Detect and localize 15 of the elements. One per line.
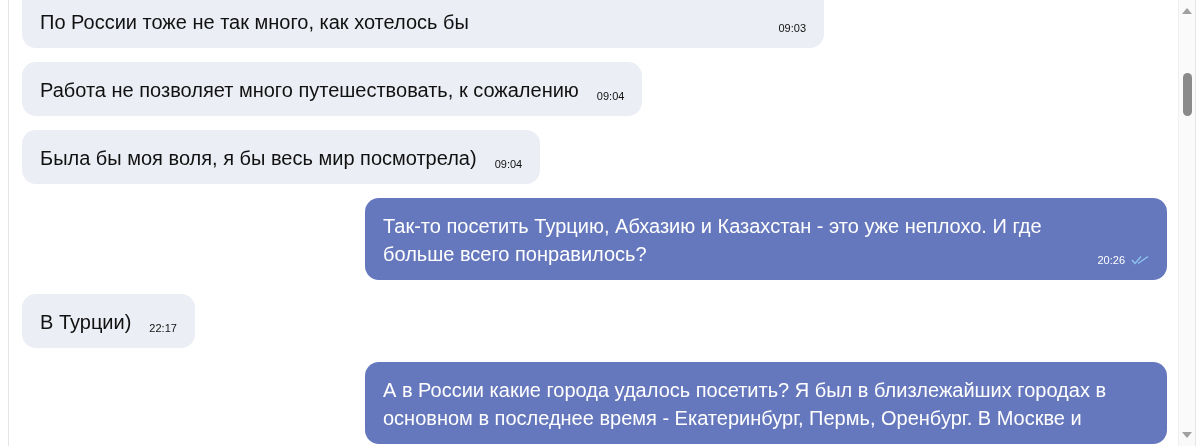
message-text: По России тоже не так много, как хотелось бы (40, 10, 469, 35)
message-time: 09:04 (494, 158, 523, 170)
scrollbar[interactable] (1178, 0, 1196, 446)
message-text: В Турции) (40, 310, 132, 335)
message-text: Так-то посетить Турцию, Абхазию и Казахстан - это уже неплохо. И где больше всего понравилось? (383, 214, 1043, 267)
message-text: Работа не позволяет много путешествовать, к сожалению (40, 78, 579, 103)
message-text: Была бы моя воля, я бы весь мир посмотрела) (40, 146, 477, 171)
scrollbar-thumb[interactable] (1183, 73, 1192, 116)
scroll-up-icon[interactable] (1182, 8, 1192, 14)
message-time: 20:26 (1097, 254, 1125, 266)
message-text: А в России какие города удалось посетить? Я был в близлежайших городах в основном в последнее время - Екатеринбург, Пермь, Оренбург. В Москве и (383, 378, 1108, 431)
message-time: 22:17 (149, 322, 177, 334)
message-time: 09:03 (778, 22, 806, 34)
message-time: 09:04 (596, 90, 625, 102)
scroll-down-icon[interactable] (1182, 432, 1192, 438)
